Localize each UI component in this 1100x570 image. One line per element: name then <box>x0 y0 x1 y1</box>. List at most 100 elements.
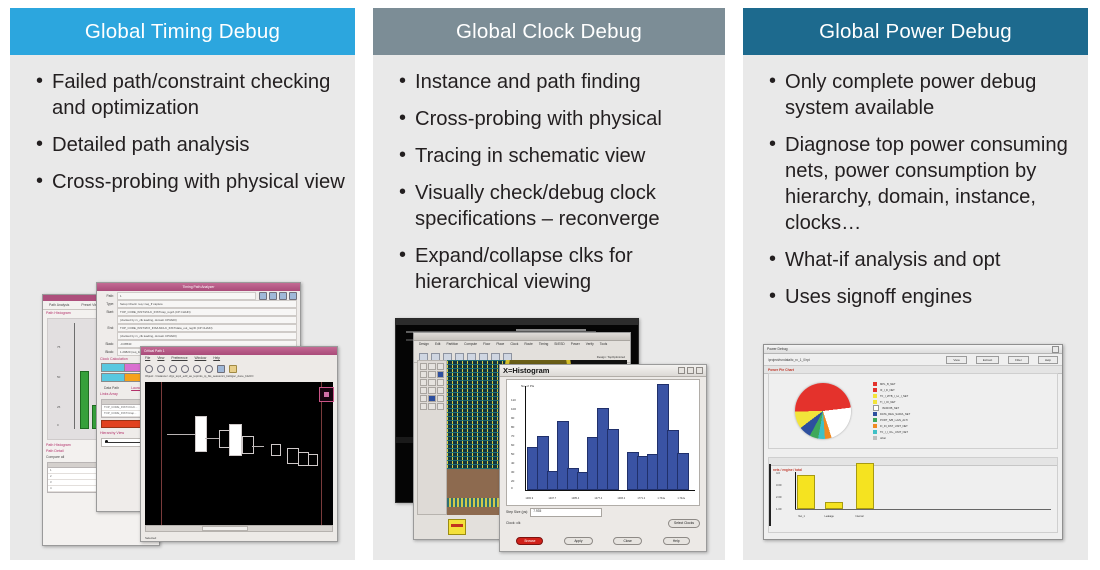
x-tick: Internal <box>855 515 864 518</box>
close-icon[interactable] <box>696 367 703 374</box>
first-path-icon[interactable] <box>259 291 267 300</box>
minimize-icon[interactable] <box>678 367 685 374</box>
panel-header-timing: Global Timing Debug <box>10 8 355 55</box>
palette-grid[interactable] <box>418 361 446 412</box>
palette-cell[interactable] <box>436 387 444 394</box>
redo-icon[interactable] <box>205 365 213 373</box>
field-row: (clocked by rx_clk leading, domain CP3A0… <box>100 315 297 324</box>
palette-cell[interactable] <box>420 403 428 410</box>
bullet-list-timing: Failed path/constraint checking and opti… <box>10 55 355 195</box>
help-button[interactable]: Help <box>662 537 690 545</box>
clock-label: Clock: clk <box>506 521 521 525</box>
prev-path-icon[interactable] <box>269 291 277 300</box>
palette-cell[interactable] <box>428 379 436 386</box>
window-controls[interactable] <box>678 367 703 374</box>
help-button[interactable]: Help <box>1037 355 1058 364</box>
window-title: Timing Path Analyzer <box>182 285 215 289</box>
field-value: TOP_CORE_INST/I/FX_INS/LMCLK_INST/data_o… <box>117 323 297 332</box>
palette-cell[interactable] <box>428 363 436 370</box>
palette-cell[interactable] <box>420 371 428 378</box>
menu-bar: Design Edit Partition Compute Floor Plac… <box>414 341 630 351</box>
menu-item[interactable]: Power <box>571 342 580 350</box>
tab-data-path[interactable]: Data Path <box>101 385 122 391</box>
menu-item[interactable]: Verify <box>586 342 594 350</box>
x-tick: 1771.2 <box>637 496 646 500</box>
zoom-out-icon[interactable] <box>169 365 177 373</box>
palette-cell[interactable] <box>420 379 428 386</box>
highlight-icon[interactable] <box>229 365 237 373</box>
menu-item[interactable]: Design <box>419 342 429 350</box>
view-button[interactable]: View <box>946 355 967 364</box>
menu-item[interactable]: Route <box>524 342 533 350</box>
palette-cell[interactable] <box>428 395 436 402</box>
window-titlebar <box>414 333 630 341</box>
grid-icon[interactable] <box>217 365 225 373</box>
legend-label: IF_I_D_NET <box>880 388 895 392</box>
histogram-window: X=Histogram No. of Pts 110 100 90 80 70 <box>499 364 707 552</box>
palette-cell[interactable] <box>436 395 444 402</box>
palette-cell[interactable] <box>436 371 444 378</box>
menu-item[interactable]: Compute <box>464 342 477 350</box>
step-size-input[interactable]: 7.935 <box>530 507 603 517</box>
menu-item[interactable]: Timing <box>539 342 548 350</box>
y-tick: 100 <box>511 407 517 411</box>
close-button[interactable]: Close <box>613 537 642 545</box>
menu-item[interactable]: Tools <box>600 342 607 350</box>
window-titlebar: Critical Path 1 <box>141 347 337 355</box>
menu-item[interactable]: Clock <box>510 342 518 350</box>
palette-cell[interactable] <box>436 379 444 386</box>
legend-label: TI_I_IO_NET <box>880 400 896 404</box>
palette-cell[interactable] <box>420 395 428 402</box>
bar <box>677 453 689 490</box>
schematic-canvas[interactable] <box>145 382 333 525</box>
zoom-fit-icon[interactable] <box>181 365 189 373</box>
palette-cell[interactable] <box>420 387 428 394</box>
undo-icon[interactable] <box>193 365 201 373</box>
panel-header-power: Global Power Debug <box>743 8 1088 55</box>
pointer-icon[interactable] <box>145 365 153 373</box>
browse-button[interactable]: Browse <box>516 537 544 545</box>
field-key: Type: <box>106 301 114 306</box>
close-icon[interactable] <box>1052 345 1059 353</box>
palette-cell[interactable] <box>428 371 436 378</box>
menu-help[interactable]: Help <box>213 356 220 363</box>
next-path-icon[interactable] <box>279 291 287 300</box>
select-clocks-button[interactable]: Select Clocks <box>668 518 700 528</box>
path-selector-row[interactable]: Path: 1 <box>100 291 297 300</box>
menu-item[interactable]: Partition <box>446 342 458 350</box>
menu-file[interactable]: File <box>145 356 150 363</box>
layer-palette[interactable] <box>417 360 447 515</box>
palette-cell[interactable] <box>420 363 428 370</box>
power-pie-chart <box>795 383 851 439</box>
last-path-icon[interactable] <box>289 291 297 300</box>
y-tick: 70 <box>511 434 515 438</box>
legend-label: FI_IN_DST_UNIT_NET <box>880 424 908 428</box>
menu-preference[interactable]: Preference <box>171 356 187 363</box>
x-tick: 1483.2 <box>617 496 626 500</box>
menu-item[interactable]: Place <box>496 342 504 350</box>
palette-cell[interactable] <box>428 403 436 410</box>
menu-view[interactable]: View <box>157 356 164 363</box>
apply-button[interactable]: Apply <box>564 537 593 545</box>
menu-window[interactable]: Window <box>195 356 207 363</box>
palette-cell[interactable] <box>436 363 444 370</box>
critical-path-schematic-window: Critical Path 1 File View Preference Win… <box>140 346 338 542</box>
window-titlebar: Power Debug <box>764 345 1062 354</box>
window-titlebar: Timing Path Analyzer <box>97 283 300 291</box>
zoom-in-icon[interactable] <box>157 365 165 373</box>
filter-button[interactable]: Filter <box>1008 355 1029 364</box>
palette-cell[interactable] <box>428 387 436 394</box>
menu-item[interactable]: Edit <box>435 342 441 350</box>
horizontal-scrollbar[interactable] <box>145 525 333 532</box>
menu-bar: File View Preference Window Help <box>141 355 337 364</box>
palette-cell[interactable] <box>436 403 444 410</box>
menu-item[interactable]: Floor <box>483 342 490 350</box>
menu-item[interactable]: SI/ESD <box>554 342 564 350</box>
maximize-icon[interactable] <box>687 367 694 374</box>
path-value[interactable]: 1 <box>117 291 256 300</box>
menu-label[interactable]: Path Analysis <box>46 302 72 308</box>
extract-button[interactable]: Extract <box>975 355 1000 364</box>
field-value: Setup Check: req->req_ff capture <box>117 299 297 308</box>
design-mode-label: Design: TopOptimized <box>596 354 625 359</box>
list-item: Uses signoff engines <box>769 283 1078 310</box>
